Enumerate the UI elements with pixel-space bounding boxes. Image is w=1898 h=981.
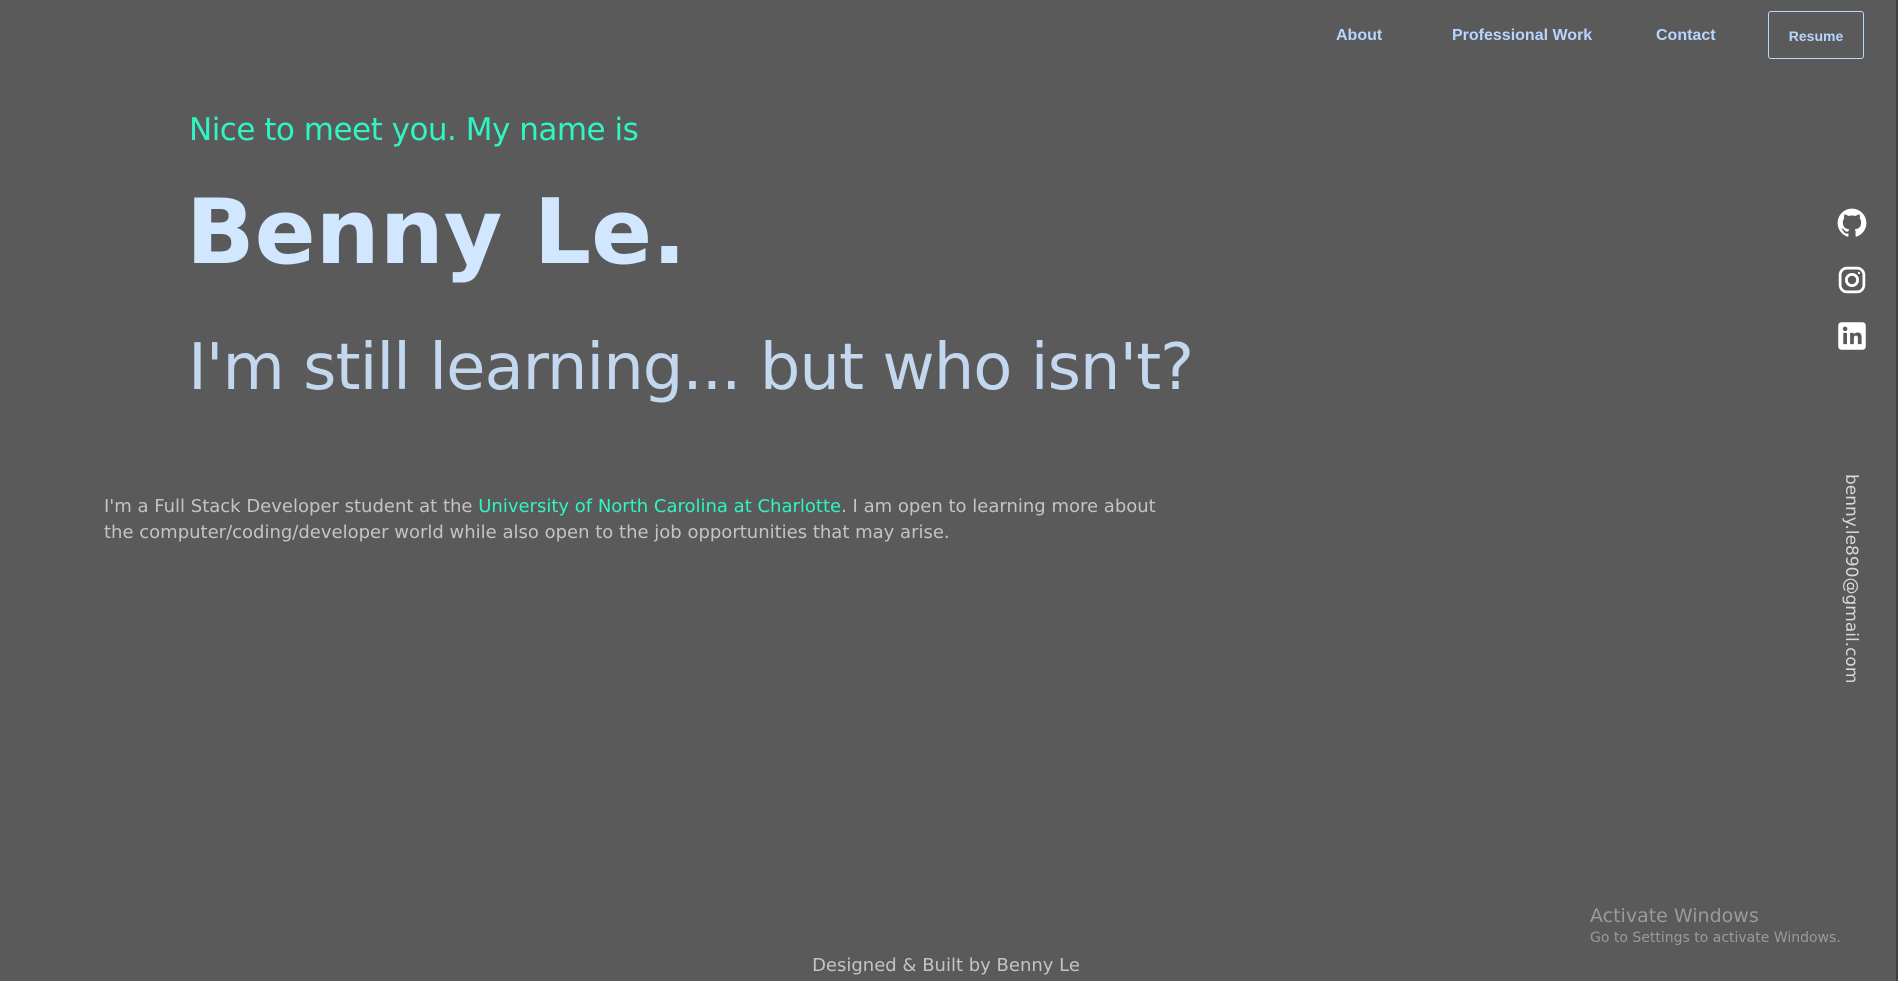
nav-contact-link[interactable]: Contact <box>1656 27 1716 45</box>
activate-windows-watermark: Activate Windows Go to Settings to activ… <box>1590 904 1841 948</box>
footer-credit: Designed & Built by Benny Le <box>812 955 1080 976</box>
bio-paragraph: I'm a Full Stack Developer student at th… <box>104 494 1164 546</box>
hero-name: Benny Le. <box>186 180 687 285</box>
hero-tagline: I'm still learning... but who isn't? <box>188 331 1194 405</box>
linkedin-icon[interactable] <box>1837 321 1867 351</box>
bio-text-before: I'm a Full Stack Developer student at th… <box>104 496 479 517</box>
github-icon[interactable] <box>1837 208 1867 238</box>
email-link[interactable]: benny.le890@gmail.com <box>1841 474 1861 683</box>
resume-button[interactable]: Resume <box>1768 11 1864 59</box>
university-link[interactable]: University of North Carolina at Charlott… <box>478 496 841 517</box>
instagram-icon[interactable] <box>1837 265 1867 295</box>
activate-windows-title: Activate Windows <box>1590 905 1759 927</box>
footer: Designed & Built by Benny Le <box>0 955 1898 976</box>
hero-greeting: Nice to meet you. My name is <box>189 112 639 148</box>
nav-professional-work-link[interactable]: Professional Work <box>1452 27 1592 45</box>
activate-windows-subtitle: Go to Settings to activate Windows. <box>1590 930 1841 946</box>
top-nav: About Professional Work Contact Resume <box>0 0 1898 74</box>
page: About Professional Work Contact Resume N… <box>0 0 1898 981</box>
nav-about-link[interactable]: About <box>1336 27 1382 45</box>
